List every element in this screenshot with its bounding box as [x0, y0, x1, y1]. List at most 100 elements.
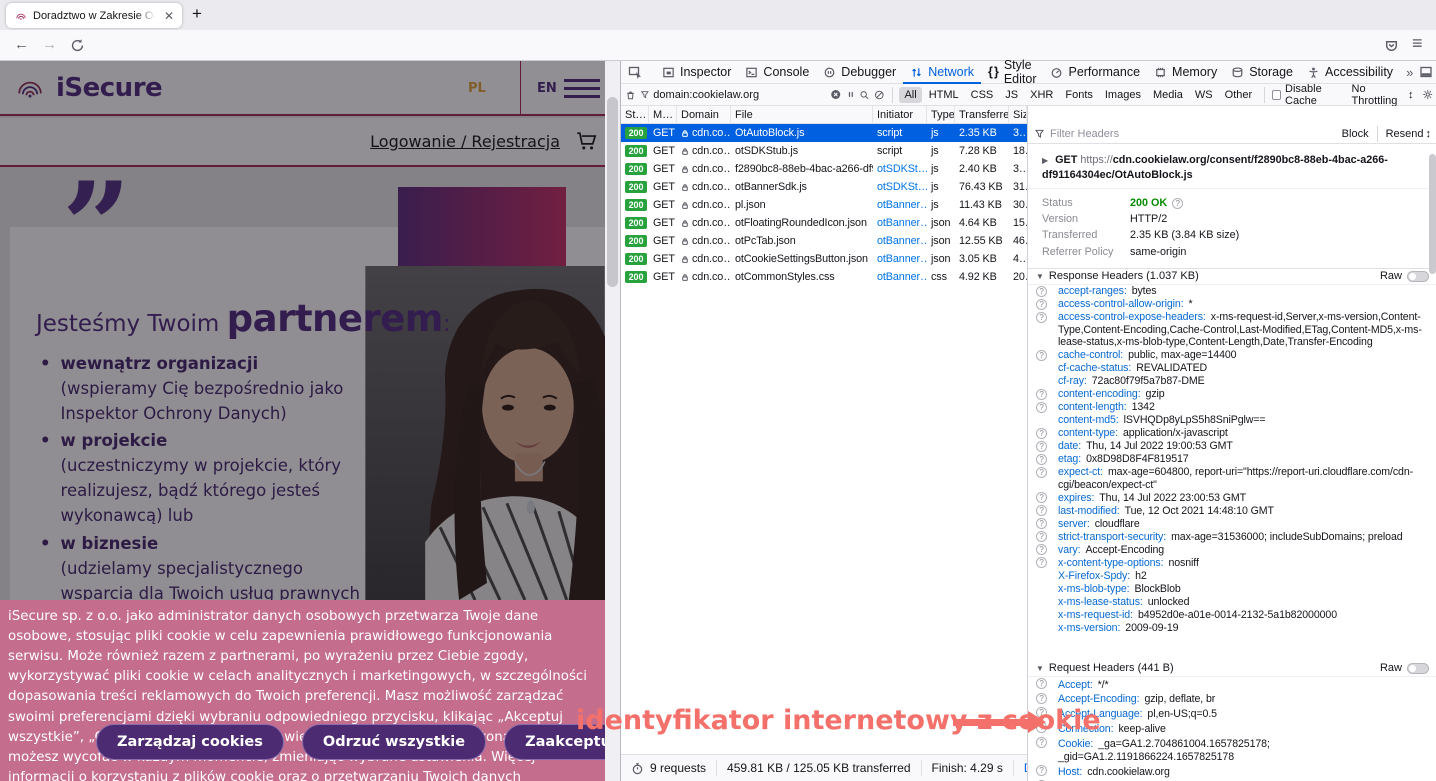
filter-pill[interactable]: Other	[1220, 87, 1258, 103]
help-icon[interactable]: ?	[1172, 198, 1183, 209]
header-name[interactable]: x-content-type-options	[1058, 557, 1163, 569]
help-icon[interactable]: ?	[1036, 467, 1047, 478]
help-icon[interactable]: ?	[1036, 350, 1047, 361]
pause-icon[interactable]	[846, 89, 856, 100]
tab-inspector[interactable]: Inspector	[655, 61, 738, 84]
help-icon[interactable]: ?	[1036, 389, 1047, 400]
tab-performance[interactable]: Performance	[1043, 61, 1147, 84]
header-name[interactable]: x-ms-version	[1058, 622, 1120, 634]
help-icon[interactable]: ?	[1036, 441, 1047, 452]
initiator-cell[interactable]: otSDKSt…	[873, 181, 927, 193]
header-name[interactable]: Accept-Encoding	[1058, 693, 1139, 705]
tab-accessibility[interactable]: Accessibility	[1300, 61, 1400, 84]
filter-pill[interactable]: Media	[1148, 87, 1188, 103]
filter-pill[interactable]: Fonts	[1060, 87, 1098, 103]
gear-icon[interactable]	[1422, 88, 1433, 101]
header-name[interactable]: cache-control	[1058, 349, 1123, 361]
pocket-icon[interactable]	[1384, 38, 1399, 53]
header-name[interactable]: content-type	[1058, 427, 1118, 439]
table-row[interactable]: 200 GET cdn.co… otFloatingRoundedIcon.js…	[621, 214, 1027, 232]
pick-element-button[interactable]	[621, 61, 649, 84]
initiator-cell[interactable]: otBanner…	[873, 253, 927, 265]
header-name[interactable]: X-Firefox-Spdy	[1058, 570, 1130, 582]
header-name[interactable]: cf-cache-status	[1058, 362, 1131, 374]
reload-icon[interactable]	[70, 38, 85, 53]
tab-network[interactable]: Network	[903, 61, 981, 84]
block-icon[interactable]	[874, 89, 885, 101]
tab-console[interactable]: Console	[738, 61, 816, 84]
raw-toggle[interactable]	[1407, 271, 1429, 282]
initiator-cell[interactable]: script	[873, 145, 927, 157]
help-icon[interactable]: ?	[1036, 286, 1047, 297]
column-header[interactable]: Transferred	[955, 106, 1009, 124]
table-row[interactable]: 200 GET cdn.co… otPcTab.json otBanner… j…	[621, 232, 1027, 250]
table-row[interactable]: 200 GET cdn.co… otBannerSdk.js otSDKSt… …	[621, 178, 1027, 196]
header-name[interactable]: Host	[1058, 766, 1082, 778]
header-name[interactable]: vary	[1058, 544, 1080, 556]
search-icon[interactable]	[859, 89, 870, 101]
initiator-cell[interactable]: otBanner…	[873, 271, 927, 283]
help-icon[interactable]: ?	[1036, 312, 1047, 323]
table-row[interactable]: 200 GET cdn.co… OtAutoBlock.js script js…	[621, 124, 1027, 142]
help-icon[interactable]: ?	[1036, 454, 1047, 465]
throttling-select[interactable]: No Throttling↕	[1352, 83, 1414, 107]
forward-button[interactable]: →	[42, 36, 57, 53]
column-header[interactable]: Size	[1009, 106, 1027, 124]
filter-pill[interactable]: JS	[1000, 87, 1023, 103]
more-tabs-icon[interactable]: »	[1400, 65, 1419, 80]
response-headers-section[interactable]: ▼ Response Headers (1.037 KB) Raw	[1028, 269, 1436, 285]
header-name[interactable]: x-ms-blob-type	[1058, 583, 1130, 595]
column-header[interactable]: File	[731, 106, 873, 124]
network-filter-input[interactable]	[653, 89, 826, 101]
header-name[interactable]: date	[1058, 440, 1081, 452]
tab-storage[interactable]: Storage	[1224, 61, 1300, 84]
header-name[interactable]: cf-ray	[1058, 375, 1087, 387]
filter-pill[interactable]: HTML	[924, 87, 964, 103]
initiator-cell[interactable]: script	[873, 127, 927, 139]
filter-pill[interactable]: WS	[1190, 87, 1218, 103]
back-button[interactable]: ←	[14, 36, 29, 53]
table-row[interactable]: 200 GET cdn.co… otCookieSettingsButton.j…	[621, 250, 1027, 268]
header-name[interactable]: expect-ct	[1058, 466, 1103, 478]
header-name[interactable]: access-control-allow-origin	[1058, 298, 1184, 310]
tab-style-editor[interactable]: { }Style Editor	[981, 61, 1043, 84]
help-icon[interactable]: ?	[1036, 544, 1047, 555]
filter-pill[interactable]: CSS	[966, 87, 999, 103]
expand-triangle-icon[interactable]: ▶	[1042, 156, 1048, 165]
scrollbar-thumb[interactable]	[607, 97, 618, 287]
table-row[interactable]: 200 GET cdn.co… otCommonStyles.css otBan…	[621, 268, 1027, 286]
column-header[interactable]: Initiator	[873, 106, 927, 124]
table-row[interactable]: 200 GET cdn.co… pl.json otBanner… js 11.…	[621, 196, 1027, 214]
request-headers-section[interactable]: ▼ Request Headers (441 B) Raw	[1028, 661, 1436, 677]
initiator-cell[interactable]: otSDKSt…	[873, 163, 927, 175]
header-name[interactable]: x-ms-request-id	[1058, 609, 1133, 621]
column-header[interactable]: M…	[649, 106, 677, 124]
table-row[interactable]: 200 GET cdn.co… otSDKStub.js script js 7…	[621, 142, 1027, 160]
browser-tab[interactable]: Doradztwo w Zakresie Ochrony Dany ✕	[6, 3, 182, 28]
header-name[interactable]: content-length	[1058, 401, 1127, 413]
help-icon[interactable]: ?	[1036, 518, 1047, 529]
header-name[interactable]: accept-ranges	[1058, 285, 1127, 297]
header-name[interactable]: x-ms-lease-status	[1058, 596, 1143, 608]
help-icon[interactable]: ?	[1036, 678, 1047, 689]
filter-pill[interactable]: All	[899, 87, 921, 103]
initiator-cell[interactable]: otBanner…	[873, 199, 927, 211]
cookie-button[interactable]: Odrzuć wszystkie	[302, 724, 486, 760]
header-name[interactable]: Accept	[1058, 679, 1093, 691]
tab-memory[interactable]: Memory	[1147, 61, 1224, 84]
column-header[interactable]: St…	[621, 106, 649, 124]
tab-debugger[interactable]: Debugger	[816, 61, 903, 84]
header-name[interactable]: etag	[1058, 453, 1081, 465]
tab-close-icon[interactable]: ✕	[164, 9, 174, 23]
header-name[interactable]: last-modified	[1058, 505, 1120, 517]
details-scrollbar-thumb[interactable]	[1429, 154, 1436, 274]
table-row[interactable]: 200 GET cdn.co… f2890bc8-88eb-4bac-a266-…	[621, 160, 1027, 178]
clear-filter-icon[interactable]	[830, 88, 841, 101]
collapse-triangle-icon[interactable]: ▼	[1036, 664, 1044, 673]
cookie-button[interactable]: Zarządzaj cookies	[96, 724, 284, 760]
help-icon[interactable]: ?	[1036, 765, 1047, 776]
header-name[interactable]: content-encoding	[1058, 388, 1141, 400]
header-name[interactable]: strict-transport-security	[1058, 531, 1166, 543]
help-icon[interactable]: ?	[1036, 531, 1047, 542]
help-icon[interactable]: ?	[1036, 737, 1047, 748]
